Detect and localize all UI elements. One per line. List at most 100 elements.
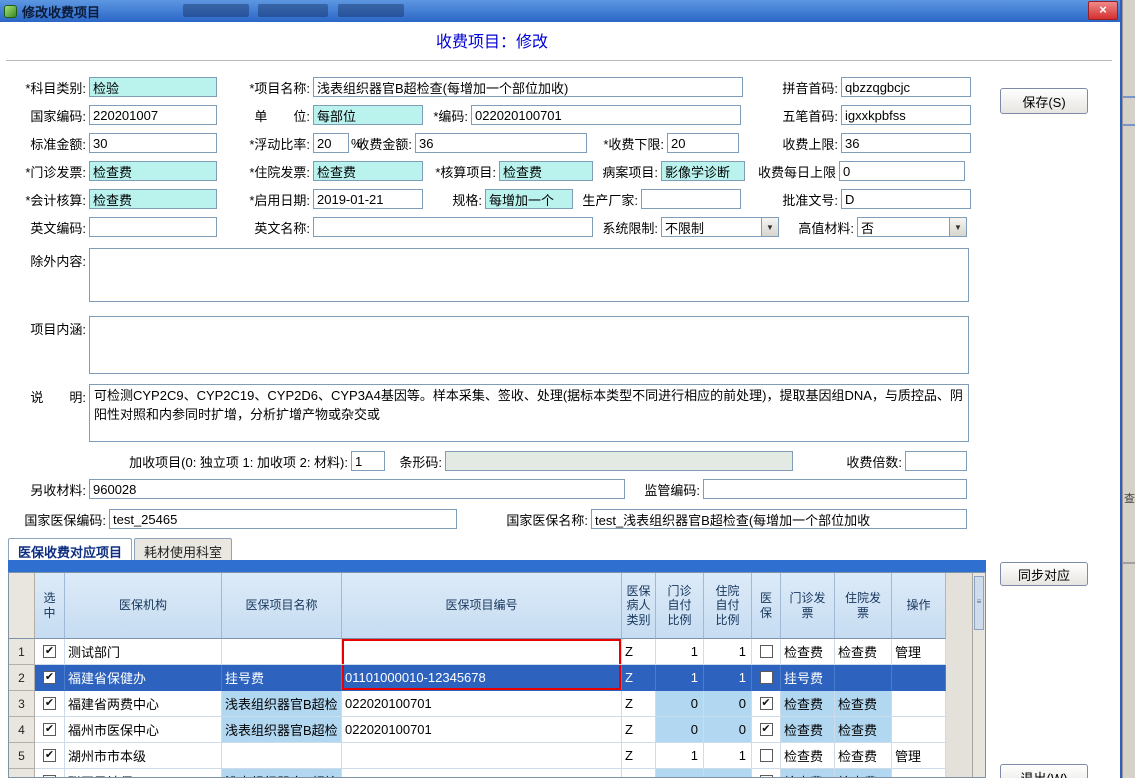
project-name-input[interactable] <box>313 77 743 97</box>
selected-checkbox[interactable]: ✔ <box>35 665 65 691</box>
operation-cell <box>892 717 946 743</box>
exclusions-textarea[interactable] <box>89 248 969 302</box>
exit-button[interactable]: 退出(W) <box>1000 764 1088 778</box>
extra-material-input[interactable] <box>89 479 625 499</box>
field-pinyin-code: 拼音首码: <box>762 76 971 98</box>
english-name-input[interactable] <box>313 217 593 237</box>
approval-no-label: 批准文号: <box>782 192 838 208</box>
float-ratio-input[interactable] <box>313 133 349 153</box>
outpatient-invoice-input[interactable] <box>89 161 217 181</box>
scrollbar-thumb[interactable]: ≡ <box>974 576 984 630</box>
checkbox-icon <box>759 749 773 762</box>
manufacturer-input[interactable] <box>641 189 741 209</box>
name-cell: 浅表组织器官B超检 <box>222 691 342 717</box>
chevron-down-icon[interactable]: ▼ <box>949 218 966 236</box>
description-textarea[interactable]: 可检测CYP2C9、CYP2C19、CYP2D6、CYP3A4基因等。样本采集、… <box>89 384 969 442</box>
table-row[interactable]: 5 ✔ 湖州市市本级 Z 1 1 检查费 检查费 管理 <box>9 743 948 769</box>
checkbox-icon: ✔ <box>43 749 56 762</box>
inpatient-ratio-cell: 1 <box>704 743 752 769</box>
field-english-name: 英文名称: <box>228 216 593 238</box>
pinyin-code-label: 拼音首码: <box>782 80 838 96</box>
table-row[interactable]: 6✔联网异地保浅表组织器官B超检022020100701Z00✔检查费检查费 <box>9 769 948 777</box>
background-window-edge: 查 <box>1122 0 1135 778</box>
charge-upper-input[interactable] <box>841 133 971 153</box>
inpatient-invoice-cell <box>835 665 892 691</box>
charge-lower-input[interactable] <box>667 133 739 153</box>
field-high-value: 高值材料: 否 ▼ <box>788 216 967 238</box>
insurance-checkbox[interactable] <box>752 665 781 691</box>
field-extra-material: 另收材料: <box>8 478 625 500</box>
charge-multiple-input[interactable] <box>905 451 967 471</box>
insurance-checkbox[interactable] <box>752 639 781 665</box>
chevron-down-icon[interactable]: ▼ <box>761 218 778 236</box>
row-number: 4 <box>9 717 35 743</box>
field-english-code: 英文编码: <box>8 216 217 238</box>
table-row[interactable]: 4 ✔ 福州市医保中心 浅表组织器官B超检 022020100701 Z 0 0 ✔ 检查费 检查费 <box>9 717 948 743</box>
selected-checkbox[interactable]: ✔ <box>35 639 65 665</box>
insurance-checkbox[interactable]: ✔ <box>752 769 781 777</box>
column-header: 选 中 <box>35 573 65 639</box>
english-code-input[interactable] <box>89 217 217 237</box>
supervision-code-input[interactable] <box>703 479 967 499</box>
tab-insurance-charge-mapping[interactable]: 医保收费对应项目 <box>8 538 133 560</box>
operation-cell: 管理 <box>892 743 946 769</box>
checkbox-icon: ✔ <box>43 723 56 736</box>
inpatient-ratio-cell: 0 <box>704 691 752 717</box>
row-number: 2 <box>9 665 35 691</box>
org-cell: 福州市医保中心 <box>65 717 222 743</box>
national-insurance-code-input[interactable] <box>109 509 457 529</box>
inpatient-invoice-input[interactable] <box>313 161 423 181</box>
code-cell: 022020100701 <box>342 691 622 717</box>
national-code-input[interactable] <box>89 105 217 125</box>
approval-no-input[interactable] <box>841 189 971 209</box>
daily-limit-input[interactable] <box>839 161 965 181</box>
selected-checkbox[interactable]: ✔ <box>35 691 65 717</box>
table-scrollbar[interactable]: ≡ <box>972 573 985 777</box>
wubi-code-input[interactable] <box>841 105 971 125</box>
outpatient-invoice-cell: 挂号费 <box>781 665 835 691</box>
field-subject-category: *科目类别: <box>8 76 217 98</box>
close-button[interactable]: × <box>1088 1 1118 20</box>
high-value-select[interactable]: 否 ▼ <box>857 217 967 237</box>
field-exclusions: 除外内容: <box>8 248 969 302</box>
charge-amount-input[interactable] <box>415 133 587 153</box>
column-header: 门诊发 票 <box>781 573 835 639</box>
national-insurance-name-input[interactable] <box>591 509 967 529</box>
code-input[interactable] <box>471 105 741 125</box>
code-cell <box>342 743 622 769</box>
surcharge-input[interactable] <box>351 451 385 471</box>
org-cell: 测试部门 <box>65 639 222 665</box>
accounting-item-input[interactable] <box>499 161 593 181</box>
unit-input[interactable] <box>313 105 423 125</box>
checkbox-icon: ✔ <box>759 723 773 736</box>
sync-button[interactable]: 同步对应 <box>1000 562 1088 586</box>
selected-checkbox[interactable]: ✔ <box>35 743 65 769</box>
tab-material-usage-dept[interactable]: 耗材使用科室 <box>134 538 233 560</box>
table-row[interactable]: 2 ✔ 福建省保健办 挂号费 01101000010-12345678 Z 1 1 挂号费 <box>9 665 948 691</box>
insurance-checkbox[interactable] <box>752 743 781 769</box>
connotation-textarea[interactable] <box>89 316 969 374</box>
save-button[interactable]: 保存(S) <box>1000 88 1088 114</box>
form-heading: 收费项目：修改 <box>435 34 548 51</box>
table-row[interactable]: 1 ✔ 测试部门 Z 1 1 检查费 检查费 管理 <box>9 639 948 665</box>
system-limit-select[interactable]: 不限制 ▼ <box>661 217 779 237</box>
insurance-checkbox[interactable]: ✔ <box>752 717 781 743</box>
insurance-checkbox[interactable]: ✔ <box>752 691 781 717</box>
start-date-input[interactable] <box>313 189 423 209</box>
selected-checkbox[interactable]: ✔ <box>35 769 65 777</box>
barcode-input[interactable] <box>445 451 793 471</box>
field-accounting-item: *核算项目: <box>424 160 593 182</box>
pinyin-code-input[interactable] <box>841 77 971 97</box>
dialog-titlebar[interactable]: 修改收费项目 × <box>0 0 1120 22</box>
inpatient-ratio-cell: 0 <box>704 769 752 777</box>
record-item-input[interactable] <box>661 161 745 181</box>
standard-amount-input[interactable] <box>89 133 217 153</box>
column-header: 住院 自付 比例 <box>704 573 752 639</box>
selected-checkbox[interactable]: ✔ <box>35 717 65 743</box>
accounting-input[interactable] <box>89 189 217 209</box>
code-cell: 01101000010-12345678 <box>342 665 622 691</box>
app-icon <box>4 4 17 18</box>
subject-category-input[interactable] <box>89 77 217 97</box>
spec-input[interactable] <box>485 189 573 209</box>
table-row[interactable]: 3 ✔ 福建省两费中心 浅表组织器官B超检 022020100701 Z 0 0 ✔ 检查费 检查费 <box>9 691 948 717</box>
